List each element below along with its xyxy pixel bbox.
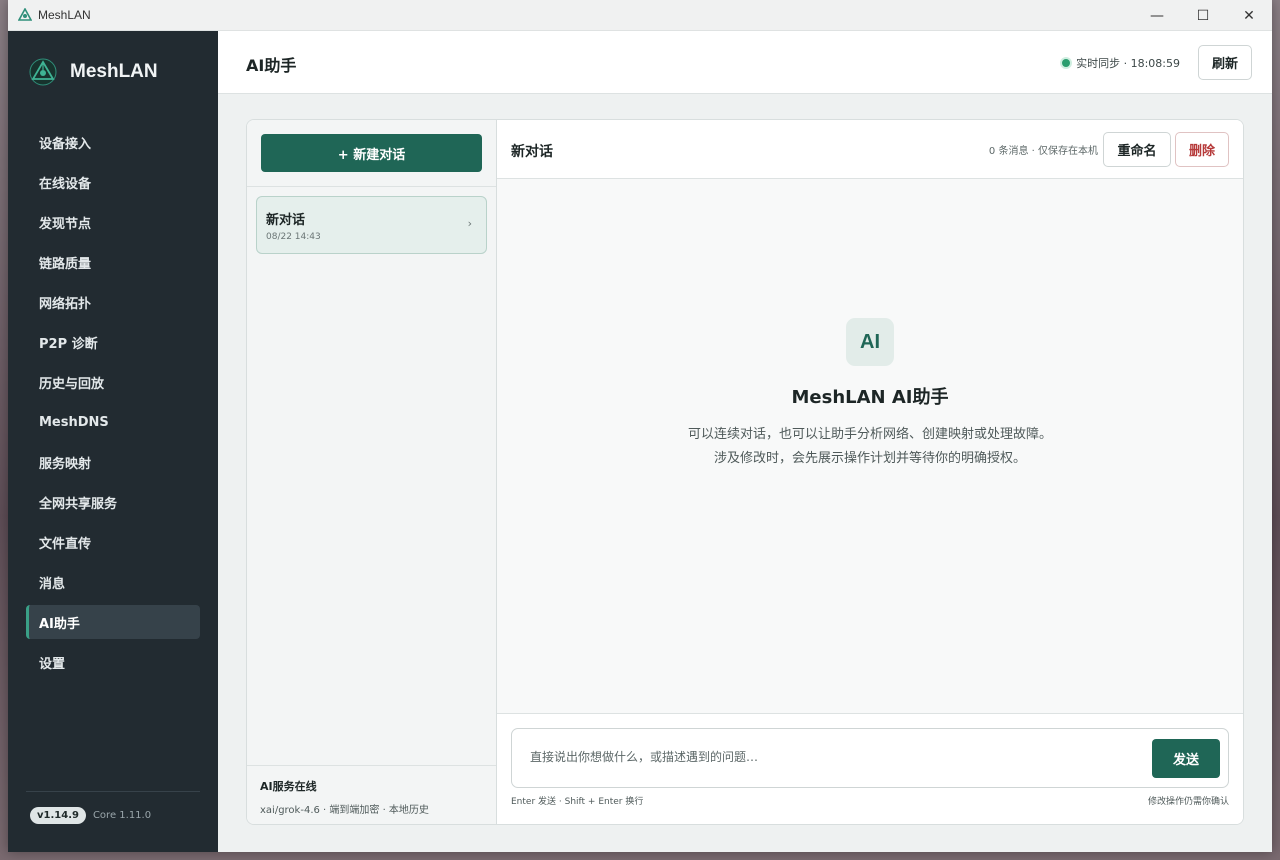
sidebar-item-settings[interactable]: 设置: [26, 645, 200, 679]
ai-assistant-panel: + 新建对话 新对话 08/22 14:43 › AI服务在线 xai/grok…: [246, 119, 1244, 825]
ai-badge-icon: AI: [846, 318, 894, 366]
empty-state-line-1: 可以连续对话，也可以让助手分析网络、创建映射或处理故障。: [687, 427, 1052, 442]
sidebar: MeshLAN 设备接入 在线设备 发现节点 链路质量 网络拓扑 P2P 诊断 …: [8, 31, 218, 852]
composer: 发送: [511, 728, 1229, 788]
conversation-time: 08/22 14:43: [266, 232, 321, 242]
sidebar-item-meshdns[interactable]: MeshDNS: [26, 405, 200, 439]
chevron-right-icon: ›: [467, 217, 472, 230]
window-title: MeshLAN: [38, 8, 91, 22]
brand-name: MeshLAN: [70, 61, 158, 82]
sidebar-item-shared-services[interactable]: 全网共享服务: [26, 485, 200, 519]
online-dot-icon: [1062, 59, 1071, 67]
core-version: Core 1.11.0: [92, 810, 152, 821]
sidebar-item-history[interactable]: 历史与回放: [26, 365, 200, 399]
app-logo-icon: [18, 8, 32, 21]
divider: [247, 186, 496, 187]
chat-title: 新对话: [511, 144, 553, 160]
sidebar-item-online-devices[interactable]: 在线设备: [26, 165, 200, 199]
meshlan-logo-icon: [29, 58, 57, 86]
sidebar-item-discover-nodes[interactable]: 发现节点: [26, 205, 200, 239]
sidebar-item-p2p-diagnostics[interactable]: P2P 诊断: [26, 325, 200, 359]
empty-state-line-2: 涉及修改时，会先展示操作计划并等待你的明确授权。: [713, 451, 1026, 466]
new-chat-button[interactable]: + 新建对话: [261, 134, 482, 172]
page-header: AI助手 实时同步 · 18:08:59 刷新: [218, 31, 1272, 94]
empty-state: AI MeshLAN AI助手 可以连续对话，也可以让助手分析网络、创建映射或处…: [497, 318, 1243, 471]
brand: MeshLAN: [28, 57, 158, 87]
sidebar-nav: 设备接入 在线设备 发现节点 链路质量 网络拓扑 P2P 诊断 历史与回放 Me…: [26, 125, 200, 685]
message-count: 0 条消息 · 仅保存在本机: [988, 146, 1098, 157]
conversation-title: 新对话: [266, 213, 306, 228]
title-bar: MeshLAN — ☐ ✕: [8, 0, 1272, 31]
conversation-item[interactable]: 新对话 08/22 14:43 ›: [256, 196, 487, 254]
sidebar-item-file-transfer[interactable]: 文件直传: [26, 525, 200, 559]
sidebar-item-service-mapping[interactable]: 服务映射: [26, 445, 200, 479]
sidebar-item-messages[interactable]: 消息: [26, 565, 200, 599]
conversation-list: + 新建对话 新对话 08/22 14:43 › AI服务在线 xai/grok…: [247, 120, 497, 824]
confirmation-hint: 修改操作仍需你确认: [1147, 797, 1229, 807]
window-controls: — ☐ ✕: [1134, 0, 1272, 31]
keyboard-hint: Enter 发送 · Shift + Enter 换行: [511, 797, 644, 807]
sidebar-footer: v1.14.9 Core 1.11.0: [26, 791, 200, 824]
composer-area: 发送 Enter 发送 · Shift + Enter 换行 修改操作仍需你确认: [497, 713, 1243, 824]
sidebar-item-topology[interactable]: 网络拓扑: [26, 285, 200, 319]
chat-area: 新对话 0 条消息 · 仅保存在本机 重命名 删除 AI MeshLAN AI助…: [497, 120, 1243, 824]
sync-status-text: 实时同步 · 18:08:59: [1076, 57, 1180, 70]
ai-service-status: AI服务在线 xai/grok-4.6 · 端到端加密 · 本地历史: [247, 765, 496, 824]
sidebar-item-ai-assistant[interactable]: AI助手: [26, 605, 200, 639]
close-button[interactable]: ✕: [1226, 0, 1272, 31]
sidebar-item-link-quality[interactable]: 链路质量: [26, 245, 200, 279]
maximize-button[interactable]: ☐: [1180, 0, 1226, 31]
minimize-button[interactable]: —: [1134, 0, 1180, 31]
empty-state-title: MeshLAN AI助手: [791, 387, 949, 408]
sidebar-item-device-access[interactable]: 设备接入: [26, 125, 200, 159]
service-status-title: AI服务在线: [260, 780, 317, 793]
page-title: AI助手: [246, 56, 297, 75]
message-input[interactable]: [530, 747, 1130, 767]
version-badge: v1.14.9: [30, 807, 86, 824]
rename-button[interactable]: 重命名: [1103, 132, 1171, 167]
delete-button[interactable]: 删除: [1175, 132, 1229, 167]
empty-state-description: 可以连续对话，也可以让助手分析网络、创建映射或处理故障。 涉及修改时，会先展示操…: [497, 423, 1243, 471]
chat-header: 新对话 0 条消息 · 仅保存在本机 重命名 删除: [497, 120, 1243, 179]
send-button[interactable]: 发送: [1152, 739, 1220, 778]
refresh-button[interactable]: 刷新: [1198, 45, 1252, 80]
sync-status: 实时同步 · 18:08:59: [1062, 55, 1180, 71]
app-window: MeshLAN — ☐ ✕ MeshLAN 设备接入 在线设备 发现节点 链路质…: [8, 0, 1272, 852]
service-status-detail: xai/grok-4.6 · 端到端加密 · 本地历史: [260, 805, 429, 816]
